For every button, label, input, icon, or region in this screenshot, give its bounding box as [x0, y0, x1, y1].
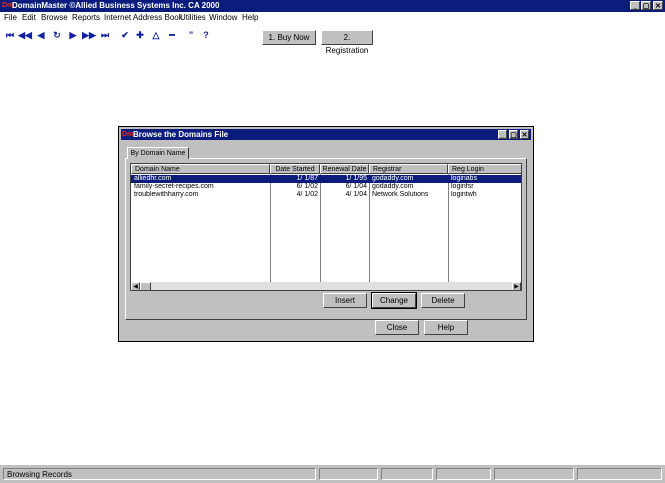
previous-page-icon[interactable]: ◀◀: [18, 29, 32, 41]
cell-domain-name: troublewithharry.com: [134, 191, 199, 198]
table-row[interactable]: troublewithharry.com 4/ 1/02 4/ 1/04 Net…: [131, 191, 521, 199]
table-row[interactable]: family-secret-recipes.com 6/ 1/02 6/ 1/0…: [131, 183, 521, 191]
insert-button[interactable]: Insert: [323, 293, 367, 308]
column-header-registrar[interactable]: Registrar: [369, 164, 448, 174]
app-logo-icon: Dm: [2, 2, 14, 9]
help-icon[interactable]: ?: [199, 29, 213, 41]
dialog-maximize-button[interactable]: ▢: [509, 130, 518, 139]
menu-internet-address-book[interactable]: Internet Address Book: [104, 13, 183, 23]
buy-now-button[interactable]: 1. Buy Now: [262, 30, 316, 45]
cell-domain-name: alliedhr.com: [134, 175, 172, 182]
refresh-icon[interactable]: ↻: [50, 29, 64, 41]
next-record-icon[interactable]: ▶: [66, 29, 80, 41]
column-header-renewal-date[interactable]: Renewal Date: [320, 164, 369, 174]
first-record-icon[interactable]: ⏮: [3, 29, 17, 41]
column-header-domain-name[interactable]: Domain Name: [131, 164, 270, 174]
cell-date-started: 6/ 1/02: [296, 183, 318, 190]
status-panel: [494, 468, 574, 480]
check-icon[interactable]: ✔: [118, 29, 132, 41]
menu-utilities[interactable]: Utilities: [180, 13, 206, 23]
cell-date-started: 1/ 1/87: [296, 175, 318, 182]
change-button[interactable]: Change: [371, 292, 417, 309]
menu-reports[interactable]: Reports: [72, 13, 100, 23]
cell-registrar: godaddy.com: [372, 175, 414, 182]
scroll-left-icon[interactable]: ◀: [131, 282, 140, 290]
dialog-title: Browse the Domains File: [133, 130, 229, 139]
toolbar: ⏮ ◀◀ ◀ ↻ ▶ ▶▶ ⏭ ✔ ✚ △ ━ ” ? 1. Buy Now 2…: [0, 24, 665, 55]
minimize-button[interactable]: _: [630, 1, 640, 10]
status-panel: [436, 468, 491, 480]
tab-by-domain-name[interactable]: By Domain Name: [127, 147, 189, 159]
status-panel: [381, 468, 433, 480]
status-panel: [319, 468, 378, 480]
menu-browse[interactable]: Browse: [41, 13, 68, 23]
menu-bar: File Edit Browse Reports Internet Addres…: [0, 12, 665, 24]
restore-button[interactable]: ▢: [641, 1, 651, 10]
previous-record-icon[interactable]: ◀: [34, 29, 48, 41]
column-header-reg-login[interactable]: Reg Login: [448, 164, 521, 174]
cell-registrar: Network Solutions: [372, 191, 429, 198]
triangle-icon[interactable]: △: [149, 29, 163, 41]
table-row[interactable]: alliedhr.com 1/ 1/87 1/ 1/95 godaddy.com…: [131, 175, 521, 183]
close-window-button[interactable]: ✕: [653, 1, 663, 10]
cell-renewal-date: 6/ 1/04: [345, 183, 367, 190]
cell-domain-name: family-secret-recipes.com: [134, 183, 214, 190]
delete-button[interactable]: Delete: [421, 293, 465, 308]
dialog-title-bar: Dm Browse the Domains File _ ▢ ✕: [121, 129, 531, 140]
horizontal-scrollbar[interactable]: ◀ ▶: [131, 282, 521, 290]
add-icon[interactable]: ✚: [133, 29, 147, 41]
scroll-right-icon[interactable]: ▶: [512, 282, 521, 290]
cell-renewal-date: 4/ 1/04: [345, 191, 367, 198]
domains-table: Domain Name Date Started Renewal Date Re…: [130, 163, 522, 291]
app-title-bar: Dm DomainMaster ©Allied Business Systems…: [0, 0, 665, 12]
remove-icon[interactable]: ━: [165, 29, 179, 41]
next-page-icon[interactable]: ▶▶: [82, 29, 96, 41]
cell-registrar: godaddy.com: [372, 183, 414, 190]
cell-renewal-date: 1/ 1/95: [345, 175, 367, 182]
app-title: DomainMaster ©Allied Business Systems In…: [12, 1, 220, 10]
status-bar: Browsing Records: [0, 465, 665, 483]
status-panel: [577, 468, 662, 480]
cell-reg-login: loginabs: [451, 175, 478, 182]
menu-help[interactable]: Help: [242, 13, 258, 23]
close-button[interactable]: Close: [375, 320, 419, 335]
quote-icon[interactable]: ”: [184, 29, 198, 41]
tab-panel: Domain Name Date Started Renewal Date Re…: [125, 158, 527, 320]
menu-window[interactable]: Window: [209, 13, 237, 23]
menu-edit[interactable]: Edit: [22, 13, 36, 23]
registration-button[interactable]: 2. Registration: [321, 30, 373, 55]
dialog-logo-icon: Dm: [122, 131, 134, 138]
cell-reg-login: loginfsr: [451, 183, 474, 190]
cell-date-started: 4/ 1/02: [296, 191, 318, 198]
scroll-thumb[interactable]: [140, 282, 151, 290]
dialog-close-button[interactable]: ✕: [520, 130, 529, 139]
last-record-icon[interactable]: ⏭: [98, 29, 112, 41]
status-text: Browsing Records: [3, 468, 316, 480]
browse-domains-dialog: Dm Browse the Domains File _ ▢ ✕ By Doma…: [118, 126, 534, 342]
cell-reg-login: logintwh: [451, 191, 477, 198]
help-button[interactable]: Help: [424, 320, 468, 335]
column-header-date-started[interactable]: Date Started: [270, 164, 320, 174]
dialog-minimize-button[interactable]: _: [498, 130, 507, 139]
menu-file[interactable]: File: [4, 13, 17, 23]
